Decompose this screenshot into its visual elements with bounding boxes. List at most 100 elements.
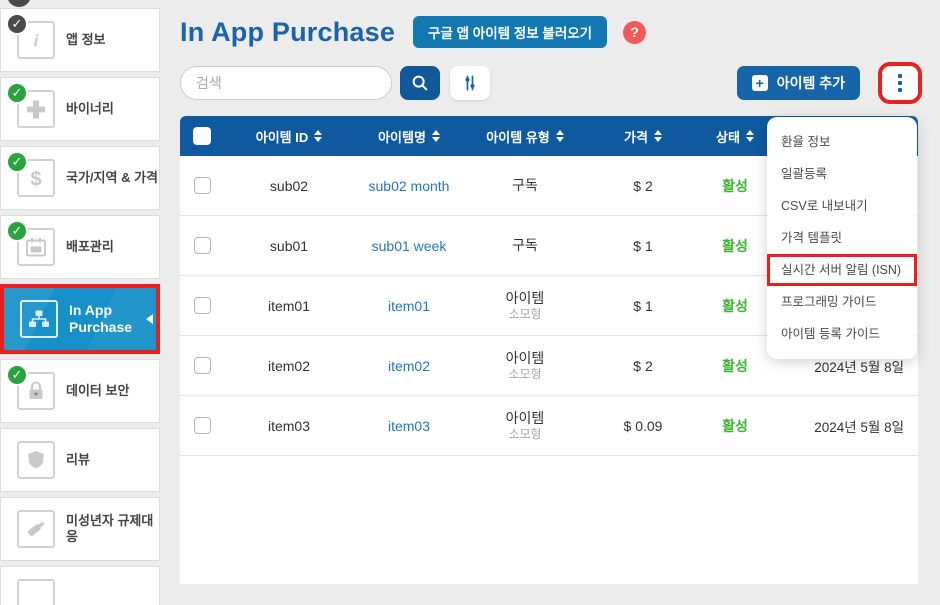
menu-item-isn-highlighted[interactable]: 실시간 서버 알림 (ISN) bbox=[767, 254, 917, 286]
sort-arrows-icon[interactable] bbox=[314, 130, 322, 142]
sidebar-item-price[interactable]: ✓$ 국가/지역 & 가격 bbox=[0, 146, 160, 210]
status-badge: 활성 bbox=[722, 416, 748, 436]
blank-icon bbox=[17, 579, 55, 605]
item-name-link[interactable]: item02 bbox=[388, 358, 430, 374]
menu-item-2[interactable]: CSV로 내보내기 bbox=[767, 190, 917, 222]
item-name-link[interactable]: item03 bbox=[388, 418, 430, 434]
sidebar-item-binary[interactable]: ✓ 바이너리 bbox=[0, 77, 160, 141]
sort-arrows-icon[interactable] bbox=[556, 130, 564, 142]
menu-item-5[interactable]: 프로그래밍 가이드 bbox=[767, 286, 917, 318]
sidebar-item-label: 배포관리 bbox=[66, 239, 159, 255]
sidebar-item-shield[interactable]: 리뷰 bbox=[0, 428, 160, 492]
search-button[interactable] bbox=[400, 66, 440, 100]
column-header-id[interactable]: 아이템 ID bbox=[224, 127, 354, 146]
menu-item-1[interactable]: 일괄등록 bbox=[767, 158, 917, 190]
page-title: In App Purchase bbox=[180, 17, 395, 48]
menu-item-6[interactable]: 아이템 등록 가이드 bbox=[767, 318, 917, 350]
item-id: sub01 bbox=[224, 238, 354, 254]
select-all-checkbox[interactable] bbox=[193, 127, 211, 145]
check-badge-icon: ✓ bbox=[6, 13, 28, 35]
item-type: 아이템 소모형 bbox=[464, 350, 586, 381]
page-header: In App Purchase 구글 앱 아이템 정보 불러오기 ? bbox=[180, 14, 918, 50]
svg-text:$: $ bbox=[30, 169, 41, 191]
check-badge-icon: ✓ bbox=[6, 220, 28, 242]
menu-item-0[interactable]: 환율 정보 bbox=[767, 126, 917, 158]
column-header-type[interactable]: 아이템 유형 bbox=[464, 127, 586, 146]
sidebar-item-label: 바이너리 bbox=[66, 101, 159, 117]
sidebar-item-label: 데이터 보안 bbox=[66, 383, 159, 399]
sort-arrows-icon[interactable] bbox=[746, 130, 754, 142]
more-menu-button[interactable] bbox=[882, 66, 918, 100]
item-id: sub02 bbox=[224, 178, 354, 194]
search-icon bbox=[410, 73, 430, 93]
check-badge-icon: ✓ bbox=[6, 364, 28, 386]
item-date: 2024년 5월 8일 bbox=[770, 416, 918, 436]
sidebar-item-label: In App Purchase bbox=[69, 302, 156, 337]
sidebar-item-label: 국가/지역 & 가격 bbox=[66, 170, 159, 186]
sidebar-item-app-info[interactable]: ✓ i 앱 정보 bbox=[0, 8, 160, 72]
plus-icon: + bbox=[752, 75, 768, 91]
item-price: $ 0.09 bbox=[586, 418, 700, 434]
item-name-link[interactable]: sub02 month bbox=[369, 178, 450, 194]
item-type-sub: 소모형 bbox=[508, 307, 541, 321]
item-type: 구독 bbox=[464, 237, 586, 254]
item-id: item03 bbox=[224, 418, 354, 434]
check-badge-icon: ✓ bbox=[6, 82, 28, 104]
row-checkbox[interactable] bbox=[194, 177, 211, 194]
column-header-name[interactable]: 아이템명 bbox=[354, 127, 464, 146]
item-type: 아이템 소모형 bbox=[464, 410, 586, 441]
item-id: item02 bbox=[224, 358, 354, 374]
row-checkbox[interactable] bbox=[194, 237, 211, 254]
filter-sliders-icon bbox=[460, 73, 480, 93]
item-price: $ 2 bbox=[586, 358, 700, 374]
help-icon[interactable]: ? bbox=[623, 21, 646, 44]
item-type-sub: 소모형 bbox=[508, 367, 541, 381]
gavel-icon bbox=[17, 510, 55, 548]
sidebar-item-partial[interactable] bbox=[0, 566, 160, 605]
sidebar-item-sitemap[interactable]: In App Purchase bbox=[0, 284, 160, 354]
item-type: 구독 bbox=[464, 177, 586, 194]
item-name-link[interactable]: item01 bbox=[388, 298, 430, 314]
item-price: $ 1 bbox=[586, 298, 700, 314]
google-import-button[interactable]: 구글 앱 아이템 정보 불러오기 bbox=[413, 16, 607, 48]
item-type: 아이템 소모형 bbox=[464, 290, 586, 321]
item-price: $ 1 bbox=[586, 238, 700, 254]
sitemap-icon bbox=[20, 300, 58, 338]
select-all-cell bbox=[180, 127, 224, 145]
row-checkbox[interactable] bbox=[194, 357, 211, 374]
sidebar-item-label: 리뷰 bbox=[66, 452, 159, 468]
sidebar-item-lock[interactable]: ✓ 데이터 보안 bbox=[0, 359, 160, 423]
sort-arrows-icon[interactable] bbox=[654, 130, 662, 142]
status-badge: 활성 bbox=[722, 356, 748, 376]
add-item-button[interactable]: + 아이템 추가 bbox=[737, 66, 860, 100]
sort-arrows-icon[interactable] bbox=[432, 130, 440, 142]
item-id: item01 bbox=[224, 298, 354, 314]
more-menu-dropdown: 환율 정보일괄등록CSV로 내보내기가격 템플릿실시간 서버 알림 (ISN)프… bbox=[767, 117, 917, 359]
sidebar-item-label: 미성년자 규제대응 bbox=[66, 513, 159, 546]
toolbar: + 아이템 추가 bbox=[180, 65, 918, 101]
svg-text:i: i bbox=[34, 32, 40, 51]
column-header-status[interactable]: 상태 bbox=[700, 127, 770, 146]
row-checkbox[interactable] bbox=[194, 417, 211, 434]
item-price: $ 2 bbox=[586, 178, 700, 194]
item-type-sub: 소모형 bbox=[508, 427, 541, 441]
sidebar-item-calendar[interactable]: ✓ 배포관리 bbox=[0, 215, 160, 279]
column-header-price[interactable]: 가격 bbox=[586, 127, 700, 146]
kebab-icon bbox=[898, 74, 902, 78]
scrolled-item-check-badge bbox=[7, 0, 31, 7]
check-badge-icon: ✓ bbox=[6, 151, 28, 173]
search-input[interactable] bbox=[180, 66, 392, 100]
status-badge: 활성 bbox=[722, 236, 748, 256]
status-badge: 활성 bbox=[722, 176, 748, 196]
filter-button[interactable] bbox=[450, 66, 490, 100]
add-item-label: 아이템 추가 bbox=[777, 73, 845, 93]
sidebar: ✓i앱 정보✓바이너리✓$국가/지역 & 가격✓배포관리In App Purch… bbox=[0, 0, 161, 605]
sidebar-item-list: ✓i앱 정보✓바이너리✓$국가/지역 & 가격✓배포관리In App Purch… bbox=[0, 8, 160, 605]
sidebar-item-label: 앱 정보 bbox=[66, 32, 159, 48]
shield-icon bbox=[17, 441, 55, 479]
table-row: item03 item03 아이템 소모형 $ 0.09 활성 2024년 5월… bbox=[180, 396, 918, 456]
row-checkbox[interactable] bbox=[194, 297, 211, 314]
item-name-link[interactable]: sub01 week bbox=[372, 238, 447, 254]
menu-item-3[interactable]: 가격 템플릿 bbox=[767, 222, 917, 254]
sidebar-item-gavel[interactable]: 미성년자 규제대응 bbox=[0, 497, 160, 561]
